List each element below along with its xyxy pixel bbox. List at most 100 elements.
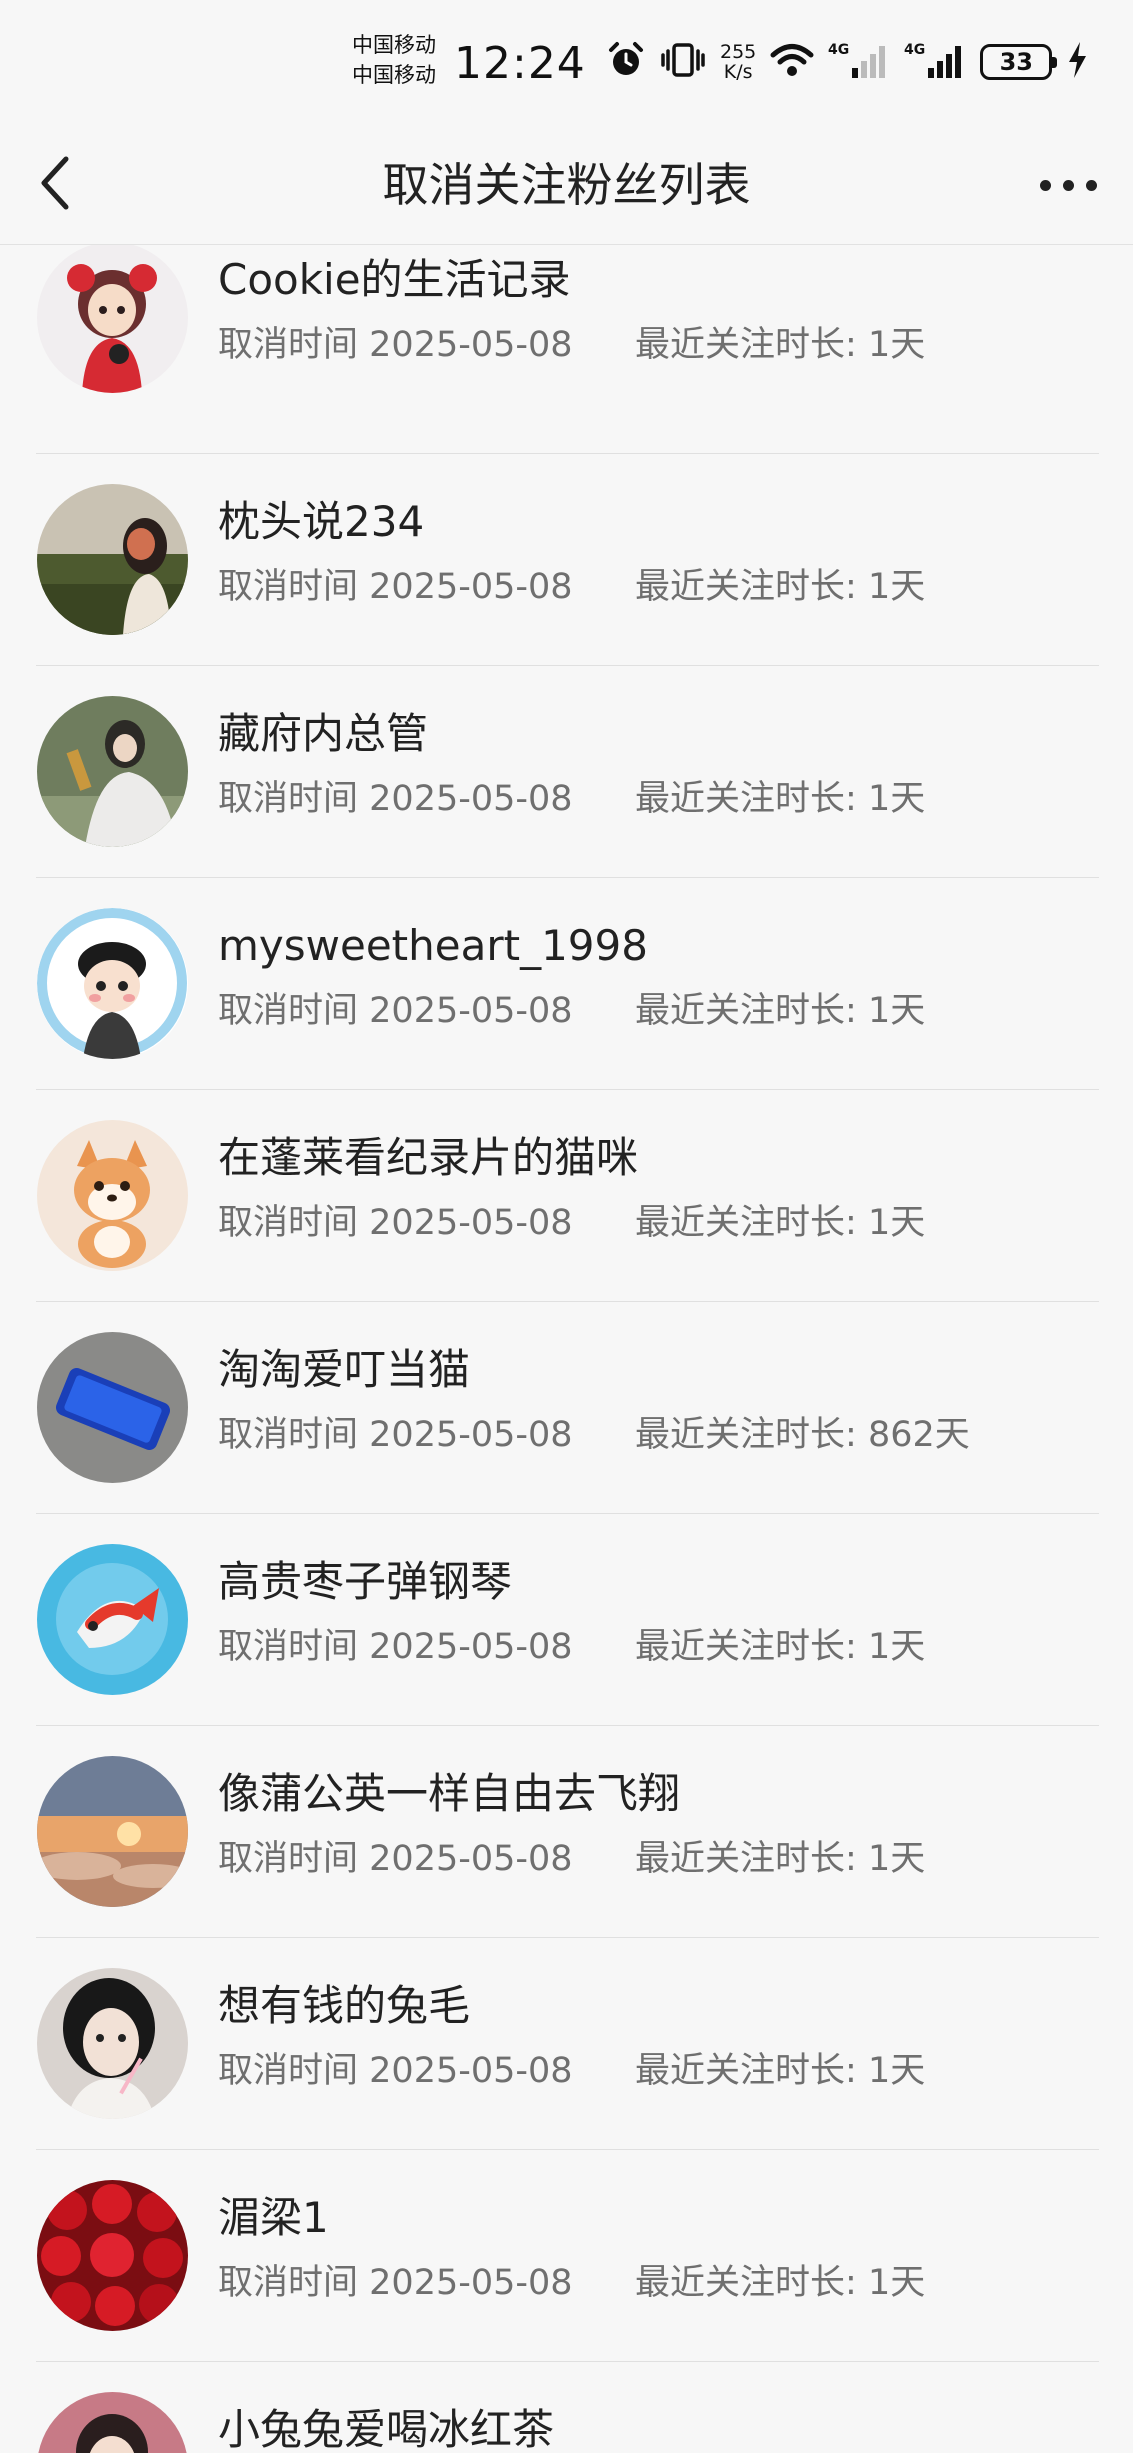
cancel-date: 2025-05-08 — [369, 991, 573, 1031]
avatar[interactable] — [37, 1756, 188, 1907]
fan-name: 高贵枣子弹钢琴 — [218, 1557, 513, 1606]
carrier-labels: 中国移动 中国移动 — [352, 30, 436, 90]
speed-unit: K/s — [723, 61, 753, 83]
fan-name: 想有钱的兔毛 — [218, 1981, 471, 2030]
fan-name: 在蓬莱看纪录片的猫咪 — [218, 1133, 639, 1182]
fan-name: 湄梁1 — [218, 2193, 329, 2242]
duration-label: 最近关注时长: — [635, 779, 857, 819]
svg-text:4G: 4G — [828, 42, 849, 58]
list-item[interactable]: 小兔兔爱喝冰红茶 — [0, 2362, 1133, 2453]
fan-name: Cookie的生活记录 — [218, 255, 571, 304]
cancel-date: 2025-05-08 — [369, 325, 573, 365]
cancel-label: 取消时间 — [218, 1627, 359, 1667]
fan-meta: 取消时间 2025-05-08 最近关注时长: 1天 — [218, 1200, 925, 1246]
duration-label: 最近关注时长: — [635, 567, 857, 607]
cancel-label: 取消时间 — [218, 325, 359, 365]
status-bar: 中国移动 中国移动 12:24 255 K/s 4G 4G 33 — [0, 0, 1133, 125]
list-item[interactable]: 在蓬莱看纪录片的猫咪 取消时间 2025-05-08 最近关注时长: 1天 — [0, 1090, 1133, 1302]
list-item[interactable]: 湄梁1 取消时间 2025-05-08 最近关注时长: 1天 — [0, 2150, 1133, 2362]
cancel-label: 取消时间 — [218, 1415, 359, 1455]
cancel-date: 2025-05-08 — [369, 2263, 573, 2303]
fan-meta: 取消时间 2025-05-08 最近关注时长: 1天 — [218, 2048, 925, 2094]
duration-label: 最近关注时长: — [635, 1839, 857, 1879]
network-speed: 255 K/s — [720, 42, 756, 82]
svg-text:4G: 4G — [904, 42, 925, 58]
follow-duration: 最近关注时长: 1天 — [635, 1624, 925, 1670]
fan-name: 藏府内总管 — [218, 709, 429, 758]
follow-duration: 最近关注时长: 1天 — [635, 564, 925, 610]
cancel-date: 2025-05-08 — [369, 567, 573, 607]
duration-value: 1天 — [867, 1839, 926, 1879]
signal-icon-2: 4G — [904, 40, 966, 84]
cancel-date: 2025-05-08 — [369, 1415, 573, 1455]
fan-meta: 取消时间 2025-05-08 最近关注时长: 1天 — [218, 988, 925, 1034]
list-item[interactable]: 淘淘爱叮当猫 取消时间 2025-05-08 最近关注时长: 862天 — [0, 1302, 1133, 1514]
fan-meta: 取消时间 2025-05-08 最近关注时长: 1天 — [218, 564, 925, 610]
unfollowed-fans-list[interactable]: Cookie的生活记录 取消时间 2025-05-08 最近关注时长: 1天 枕… — [0, 245, 1133, 2453]
fan-meta: 取消时间 2025-05-08 最近关注时长: 1天 — [218, 776, 925, 822]
signal-icon: 4G — [828, 40, 890, 84]
duration-label: 最近关注时长: — [635, 1203, 857, 1243]
duration-value: 1天 — [867, 2051, 926, 2091]
list-item[interactable]: 枕头说234 取消时间 2025-05-08 最近关注时长: 1天 — [0, 454, 1133, 666]
follow-duration: 最近关注时长: 1天 — [635, 1200, 925, 1246]
avatar[interactable] — [37, 245, 188, 393]
avatar[interactable] — [37, 1332, 188, 1483]
duration-value: 1天 — [867, 1203, 926, 1243]
more-dots-icon — [1039, 179, 1097, 191]
avatar[interactable] — [37, 908, 188, 1059]
follow-duration: 最近关注时长: 1天 — [635, 322, 925, 368]
cancel-date: 2025-05-08 — [369, 779, 573, 819]
follow-duration: 最近关注时长: 862天 — [635, 1412, 970, 1458]
avatar[interactable] — [37, 2180, 188, 2331]
carrier-1: 中国移动 — [352, 33, 436, 57]
duration-label: 最近关注时长: — [635, 1627, 857, 1667]
list-item[interactable]: 藏府内总管 取消时间 2025-05-08 最近关注时长: 1天 — [0, 666, 1133, 878]
duration-value: 862天 — [867, 1415, 970, 1455]
status-icons: 255 K/s 4G 4G 33 — [606, 36, 1088, 88]
cancel-date: 2025-05-08 — [369, 1839, 573, 1879]
fan-name: 淘淘爱叮当猫 — [218, 1345, 471, 1394]
follow-duration: 最近关注时长: 1天 — [635, 988, 925, 1034]
cancel-label: 取消时间 — [218, 991, 359, 1031]
cancel-label: 取消时间 — [218, 567, 359, 607]
avatar[interactable] — [37, 1120, 188, 1271]
carrier-2: 中国移动 — [352, 63, 436, 87]
fan-meta: 取消时间 2025-05-08 最近关注时长: 1天 — [218, 322, 925, 368]
fan-meta: 取消时间 2025-05-08 最近关注时长: 1天 — [218, 1624, 925, 1670]
duration-value: 1天 — [867, 991, 926, 1031]
nav-bar: 取消关注粉丝列表 — [0, 125, 1133, 245]
cancel-label: 取消时间 — [218, 779, 359, 819]
avatar[interactable] — [37, 1544, 188, 1695]
cancel-label: 取消时间 — [218, 1839, 359, 1879]
more-button[interactable] — [1023, 155, 1113, 215]
battery-icon: 33 — [980, 44, 1058, 80]
vibrate-icon — [660, 40, 706, 84]
clock: 12:24 — [454, 38, 586, 89]
list-item[interactable]: 高贵枣子弹钢琴 取消时间 2025-05-08 最近关注时长: 1天 — [0, 1514, 1133, 1726]
duration-value: 1天 — [867, 1627, 926, 1667]
avatar[interactable] — [37, 696, 188, 847]
follow-duration: 最近关注时长: 1天 — [635, 2260, 925, 2306]
fan-name: 枕头说234 — [218, 497, 425, 546]
duration-value: 1天 — [867, 567, 926, 607]
duration-value: 1天 — [867, 2263, 926, 2303]
list-item[interactable]: Cookie的生活记录 取消时间 2025-05-08 最近关注时长: 1天 — [0, 245, 1133, 454]
avatar[interactable] — [37, 2392, 188, 2453]
cancel-label: 取消时间 — [218, 1203, 359, 1243]
fan-meta: 取消时间 2025-05-08 最近关注时长: 1天 — [218, 1836, 925, 1882]
list-item[interactable]: mysweetheart_1998 取消时间 2025-05-08 最近关注时长… — [0, 878, 1133, 1090]
avatar[interactable] — [37, 1968, 188, 2119]
cancel-date: 2025-05-08 — [369, 1203, 573, 1243]
cancel-label: 取消时间 — [218, 2051, 359, 2091]
avatar[interactable] — [37, 484, 188, 635]
duration-label: 最近关注时长: — [635, 991, 857, 1031]
duration-label: 最近关注时长: — [635, 325, 857, 365]
cancel-date: 2025-05-08 — [369, 2051, 573, 2091]
list-item[interactable]: 想有钱的兔毛 取消时间 2025-05-08 最近关注时长: 1天 — [0, 1938, 1133, 2150]
duration-label: 最近关注时长: — [635, 1415, 857, 1455]
battery-level: 33 — [999, 48, 1033, 76]
page-title: 取消关注粉丝列表 — [382, 158, 751, 212]
list-item[interactable]: 像蒲公英一样自由去飞翔 取消时间 2025-05-08 最近关注时长: 1天 — [0, 1726, 1133, 1938]
follow-duration: 最近关注时长: 1天 — [635, 1836, 925, 1882]
